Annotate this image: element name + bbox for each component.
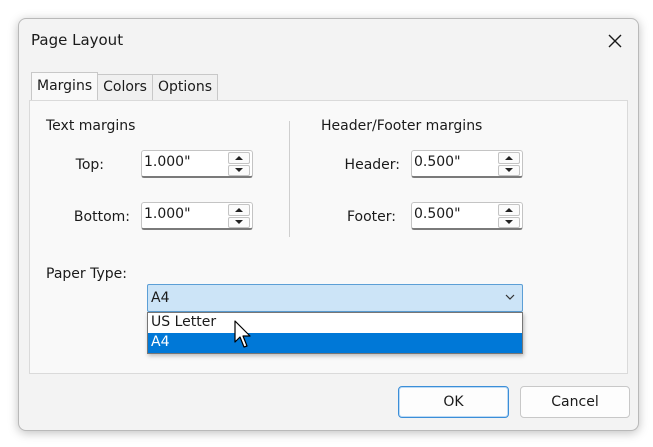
tab-colors[interactable]: Colors xyxy=(97,74,153,100)
bottom-margin-spin-buttons xyxy=(228,204,250,228)
footer-margin-value[interactable]: 0.500" xyxy=(414,206,461,222)
dialog-title: Page Layout xyxy=(31,31,124,49)
footer-margin-label: Footer: xyxy=(346,209,396,225)
top-margin-spinner[interactable]: 1.000" xyxy=(141,150,253,178)
caret-down-icon xyxy=(235,220,243,225)
margins-panel: Text margins Top: 1.000" Bottom: 1.000" xyxy=(29,100,628,374)
chevron-down-icon xyxy=(504,291,516,307)
paper-type-label: Paper Type: xyxy=(46,266,127,282)
caret-up-icon xyxy=(505,207,513,212)
tab-margins[interactable]: Margins xyxy=(31,72,99,100)
header-margin-spin-buttons xyxy=(498,152,520,176)
footer-margin-spin-buttons xyxy=(498,204,520,228)
close-button[interactable] xyxy=(592,19,638,63)
tab-strip: Margins Colors Options xyxy=(31,72,219,100)
caret-up-icon xyxy=(235,207,243,212)
ok-button[interactable]: OK xyxy=(398,386,509,418)
title-bar: Page Layout xyxy=(19,19,638,63)
paper-type-selected-value: A4 xyxy=(151,290,170,306)
bottom-margin-spinner[interactable]: 1.000" xyxy=(141,202,253,230)
top-margin-decrement[interactable] xyxy=(228,164,250,176)
page-layout-dialog: Page Layout Margins Colors Options Text … xyxy=(18,18,639,431)
caret-down-icon xyxy=(505,168,513,173)
bottom-margin-value[interactable]: 1.000" xyxy=(144,206,191,222)
top-margin-value[interactable]: 1.000" xyxy=(144,154,191,170)
close-icon xyxy=(608,34,622,48)
group-divider xyxy=(289,121,290,237)
bottom-margin-decrement[interactable] xyxy=(228,216,250,228)
header-margin-value[interactable]: 0.500" xyxy=(414,154,461,170)
mouse-pointer-icon xyxy=(234,320,251,348)
caret-down-icon xyxy=(235,168,243,173)
option-us-letter[interactable]: US Letter xyxy=(148,313,522,333)
top-margin-label: Top: xyxy=(75,157,104,173)
option-a4[interactable]: A4 xyxy=(148,333,522,353)
top-margin-spin-buttons xyxy=(228,152,250,176)
header-footer-margins-heading: Header/Footer margins xyxy=(321,118,483,134)
header-margin-spinner[interactable]: 0.500" xyxy=(411,150,523,178)
tab-options[interactable]: Options xyxy=(151,74,219,100)
cancel-button[interactable]: Cancel xyxy=(520,386,630,418)
paper-type-select[interactable]: A4 xyxy=(147,284,523,312)
text-margins-heading: Text margins xyxy=(46,118,136,134)
top-margin-increment[interactable] xyxy=(228,152,250,164)
header-margin-increment[interactable] xyxy=(498,152,520,164)
caret-down-icon xyxy=(505,220,513,225)
bottom-margin-increment[interactable] xyxy=(228,204,250,216)
footer-margin-decrement[interactable] xyxy=(498,216,520,228)
header-margin-decrement[interactable] xyxy=(498,164,520,176)
header-margin-label: Header: xyxy=(344,157,400,173)
caret-up-icon xyxy=(235,155,243,160)
bottom-margin-label: Bottom: xyxy=(73,209,130,225)
footer-margin-increment[interactable] xyxy=(498,204,520,216)
footer-margin-spinner[interactable]: 0.500" xyxy=(411,202,523,230)
caret-up-icon xyxy=(505,155,513,160)
paper-type-dropdown-list: US Letter A4 xyxy=(147,312,523,354)
